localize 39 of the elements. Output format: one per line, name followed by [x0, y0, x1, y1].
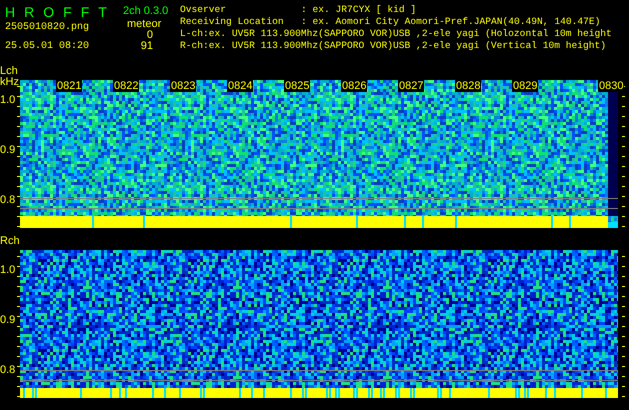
- time-label: 0829: [512, 80, 538, 92]
- title-letter: F: [63, 4, 72, 20]
- info-label: Receiving Location: [180, 16, 285, 28]
- version-label: 2ch 0.3.0: [123, 4, 170, 18]
- time-label: 0821: [56, 80, 82, 92]
- info-label: L-ch:: [180, 28, 209, 40]
- time-label: 0822: [113, 80, 140, 92]
- info-label: Ovserver: [180, 4, 228, 16]
- time-label: 0827: [398, 80, 424, 92]
- meteor-count: 0: [146, 30, 153, 41]
- axis-label: 0.9: [0, 315, 16, 326]
- axis-label: 1.0: [0, 95, 16, 106]
- axis-label: 0.8: [0, 195, 16, 206]
- info-value: : ex. Aomori City Aomori-Pref.JAPAN(40.49N, 140.47E): [301, 16, 600, 28]
- title-letter: O: [43, 4, 54, 20]
- title-letter: R: [24, 4, 34, 20]
- channel-label: Rch: [0, 236, 20, 247]
- axis-label: 0.8: [0, 365, 16, 376]
- meteor-label: meteor: [127, 18, 162, 30]
- date-time: 25.05.01 08:20: [5, 41, 90, 53]
- file-name: 2505010820.png: [5, 22, 90, 34]
- info-value: ex. UV5R 113.900Mhz(SAPPORO VOR)USB ,2-ele yagi (Holozontal 10m height: [208, 28, 612, 40]
- time-label: 0825: [284, 80, 310, 92]
- meteor-count: 91: [140, 41, 153, 52]
- time-label: 0828: [455, 80, 482, 92]
- time-label: 0823: [170, 80, 196, 92]
- axis-label: 1.0: [0, 265, 16, 276]
- info-value: ex. UV5R 113.900Mhz(SAPPORO VOR)USB ,2-ele yagi (Vertical 10m height): [208, 40, 606, 52]
- axis-label: 0.9: [0, 145, 16, 156]
- info-value: : ex. JR7CYX [ kid ]: [301, 4, 416, 16]
- unit-label: kHz: [0, 77, 19, 88]
- channel-label: Lch: [0, 66, 18, 77]
- time-label: 0830: [598, 80, 624, 92]
- title-letter: T: [98, 4, 107, 20]
- title-letter: H: [5, 4, 16, 20]
- info-label: R-ch:: [180, 40, 209, 52]
- time-label: 0826: [341, 80, 368, 92]
- time-label: 0824: [227, 80, 254, 92]
- title-letter: F: [80, 4, 90, 20]
